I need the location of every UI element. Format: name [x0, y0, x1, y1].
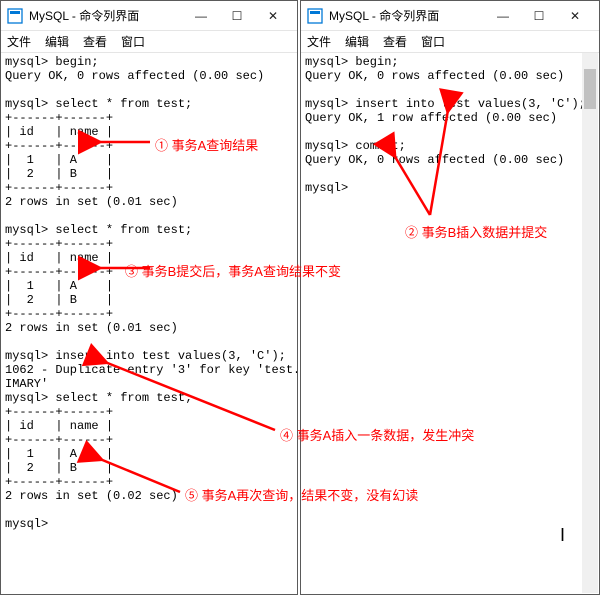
terminal-a[interactable]: mysql> begin; Query OK, 0 rows affected …	[1, 53, 297, 594]
maximize-button[interactable]: ☐	[219, 2, 255, 30]
maximize-button[interactable]: ☐	[521, 2, 557, 30]
minimize-button[interactable]: —	[485, 2, 521, 30]
window-a: MySQL - 命令列界面 — ☐ ✕ 文件 编辑 查看 窗口 mysql> b…	[0, 0, 298, 595]
menu-edit[interactable]: 编辑	[45, 33, 69, 50]
menu-edit[interactable]: 编辑	[345, 33, 369, 50]
minimize-button[interactable]: —	[183, 2, 219, 30]
titlebar-b[interactable]: MySQL - 命令列界面 — ☐ ✕	[301, 1, 599, 31]
window-controls-b: — ☐ ✕	[485, 2, 593, 30]
app-icon	[307, 8, 323, 24]
menu-window[interactable]: 窗口	[421, 33, 445, 50]
app-icon	[7, 8, 23, 24]
menu-window[interactable]: 窗口	[121, 33, 145, 50]
scroll-thumb[interactable]	[584, 69, 596, 109]
terminal-b[interactable]: mysql> begin; Query OK, 0 rows affected …	[301, 53, 599, 594]
window-controls-a: — ☐ ✕	[183, 2, 291, 30]
text-cursor-icon: I	[560, 525, 565, 546]
titlebar-a[interactable]: MySQL - 命令列界面 — ☐ ✕	[1, 1, 297, 31]
menu-view[interactable]: 查看	[83, 33, 107, 50]
window-title-b: MySQL - 命令列界面	[329, 7, 485, 24]
close-button[interactable]: ✕	[557, 2, 593, 30]
menu-file[interactable]: 文件	[307, 33, 331, 50]
menu-file[interactable]: 文件	[7, 33, 31, 50]
window-title-a: MySQL - 命令列界面	[29, 7, 183, 24]
menubar-b: 文件 编辑 查看 窗口	[301, 31, 599, 53]
menu-view[interactable]: 查看	[383, 33, 407, 50]
close-button[interactable]: ✕	[255, 2, 291, 30]
window-b: MySQL - 命令列界面 — ☐ ✕ 文件 编辑 查看 窗口 mysql> b…	[300, 0, 600, 595]
scrollbar-b[interactable]	[582, 53, 598, 593]
menubar-a: 文件 编辑 查看 窗口	[1, 31, 297, 53]
